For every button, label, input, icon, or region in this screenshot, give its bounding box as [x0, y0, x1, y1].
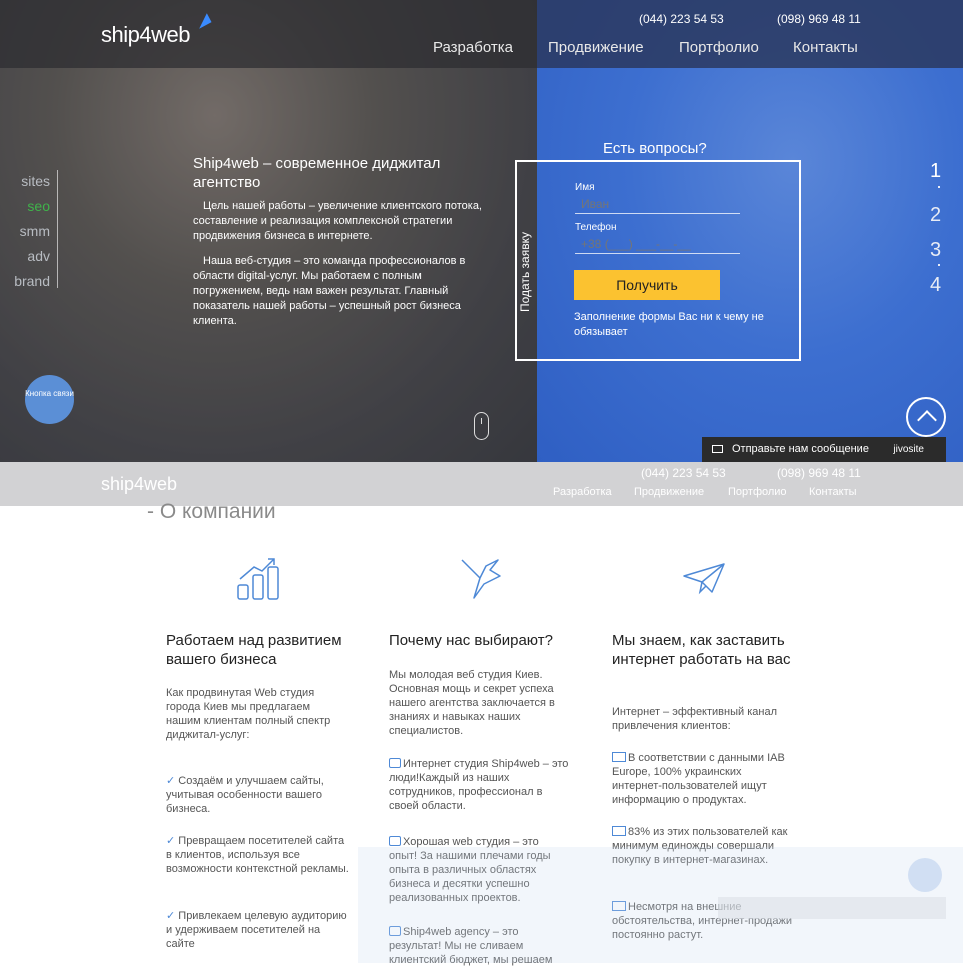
side-menu-item-brand[interactable]: brand — [0, 270, 58, 295]
chat-widget[interactable]: Отправьте нам сообщение jivosite — [702, 437, 946, 462]
scroll-up-icon[interactable] — [908, 858, 942, 892]
column-intro: Как продвинутая Web студия города Киев м… — [166, 687, 331, 741]
side-menu-item-seo[interactable]: seo — [0, 195, 58, 220]
slide-pager-4[interactable]: 4 — [930, 274, 941, 297]
column-heading: Мы знаем, как заставить интернет работат… — [612, 632, 791, 668]
list-item: Интернет студия Ship4web – это люди!Кажд… — [389, 758, 569, 812]
chat-widget-ghost — [718, 897, 946, 919]
phone-number[interactable]: (044) 223 54 53 — [641, 466, 726, 480]
phone-input[interactable] — [575, 234, 740, 254]
phone-number[interactable]: (044) 223 54 53 — [639, 12, 724, 26]
call-button[interactable]: Кнопка связи — [25, 375, 74, 424]
list-item: ✓ Превращаем посетителей сайта в клиенто… — [166, 835, 349, 875]
chart-icon — [612, 826, 626, 836]
phone-number[interactable]: (098) 969 48 11 — [777, 466, 861, 480]
name-input[interactable] — [575, 194, 740, 214]
growth-chart-icon — [237, 558, 279, 600]
side-menu-item-smm[interactable]: smm — [0, 220, 58, 245]
nav-portfolio[interactable]: Портфолио — [679, 39, 759, 56]
paper-plane-icon — [683, 563, 725, 595]
logo[interactable]: ship4web — [101, 13, 212, 48]
intro-title: Ship4web – современное диджитал агентств… — [193, 155, 441, 191]
chat-label: Отправьте нам сообщение — [732, 443, 869, 455]
form-title: Есть вопросы? — [603, 140, 707, 157]
phone-number[interactable]: (098) 969 48 11 — [777, 12, 861, 26]
submit-button[interactable]: Получить — [574, 270, 720, 300]
scroll-mouse-icon[interactable] — [474, 412, 489, 440]
form-note: Заполнение формы Вас ни к чему не обязыв… — [574, 311, 764, 338]
column-heading: Почему нас выбирают? — [389, 632, 553, 649]
origami-bird-icon — [461, 559, 501, 599]
sticky-header: ship4web (044) 223 54 53 (098) 969 48 11… — [0, 462, 963, 506]
sticky-logo[interactable]: ship4web — [101, 474, 177, 495]
sticky-nav-contacts[interactable]: Контакты — [809, 486, 857, 498]
logo-plane-icon — [194, 13, 212, 29]
slide-pager-1[interactable]: 1 — [930, 160, 941, 183]
check-icon: ✓ — [166, 835, 179, 847]
envelope-icon — [712, 445, 723, 453]
scroll-up-icon[interactable] — [906, 397, 946, 437]
list-item: ✓ Создаём и улучшаем сайты, учитывая осо… — [166, 775, 324, 815]
check-icon: ✓ — [166, 910, 179, 922]
list-item: В соответствии с данными IAB Europe, 100… — [612, 752, 785, 806]
name-label: Имя — [575, 182, 595, 193]
sticky-nav-development[interactable]: Разработка — [553, 486, 612, 498]
thumbs-up-icon — [389, 758, 401, 768]
nav-promotion[interactable]: Продвижение — [548, 39, 644, 56]
nav-development[interactable]: Разработка — [433, 39, 513, 56]
chart-icon — [612, 752, 626, 762]
list-item: ✓ Привлекаем целевую аудиторию и удержив… — [166, 910, 347, 950]
sticky-nav-promotion[interactable]: Продвижение — [634, 486, 704, 498]
column-heading: Работаем над развитием вашего бизнеса — [166, 632, 342, 668]
side-menu: sites seo smm adv brand — [0, 170, 58, 295]
thumbs-up-icon — [389, 836, 401, 846]
chat-brand: jivosite — [893, 444, 924, 455]
column-intro: Интернет – эффективный канал привлечения… — [612, 706, 777, 732]
sticky-nav-portfolio[interactable]: Портфолио — [728, 486, 787, 498]
nav-contacts[interactable]: Контакты — [793, 39, 858, 56]
side-menu-item-sites[interactable]: sites — [0, 170, 58, 195]
column-intro: Мы молодая веб студия Киев. Основная мощ… — [389, 669, 555, 737]
check-icon: ✓ — [166, 775, 179, 787]
phone-label: Телефон — [575, 222, 617, 233]
form-vertical-label: Подать заявку — [518, 232, 532, 312]
intro-paragraph: Цель нашей работы – увеличение клиентско… — [193, 200, 482, 242]
intro-paragraph: Наша веб-студия – это команда профессион… — [193, 255, 466, 327]
section-title: - О компании — [147, 500, 276, 523]
top-header: ship4web (044) 223 54 53 (098) 969 48 11… — [0, 0, 963, 68]
slide-pager-3[interactable]: 3 — [930, 239, 941, 262]
side-menu-item-adv[interactable]: adv — [0, 245, 58, 270]
slide-pager-2[interactable]: 2 — [930, 204, 941, 227]
side-menu-divider — [57, 170, 58, 288]
